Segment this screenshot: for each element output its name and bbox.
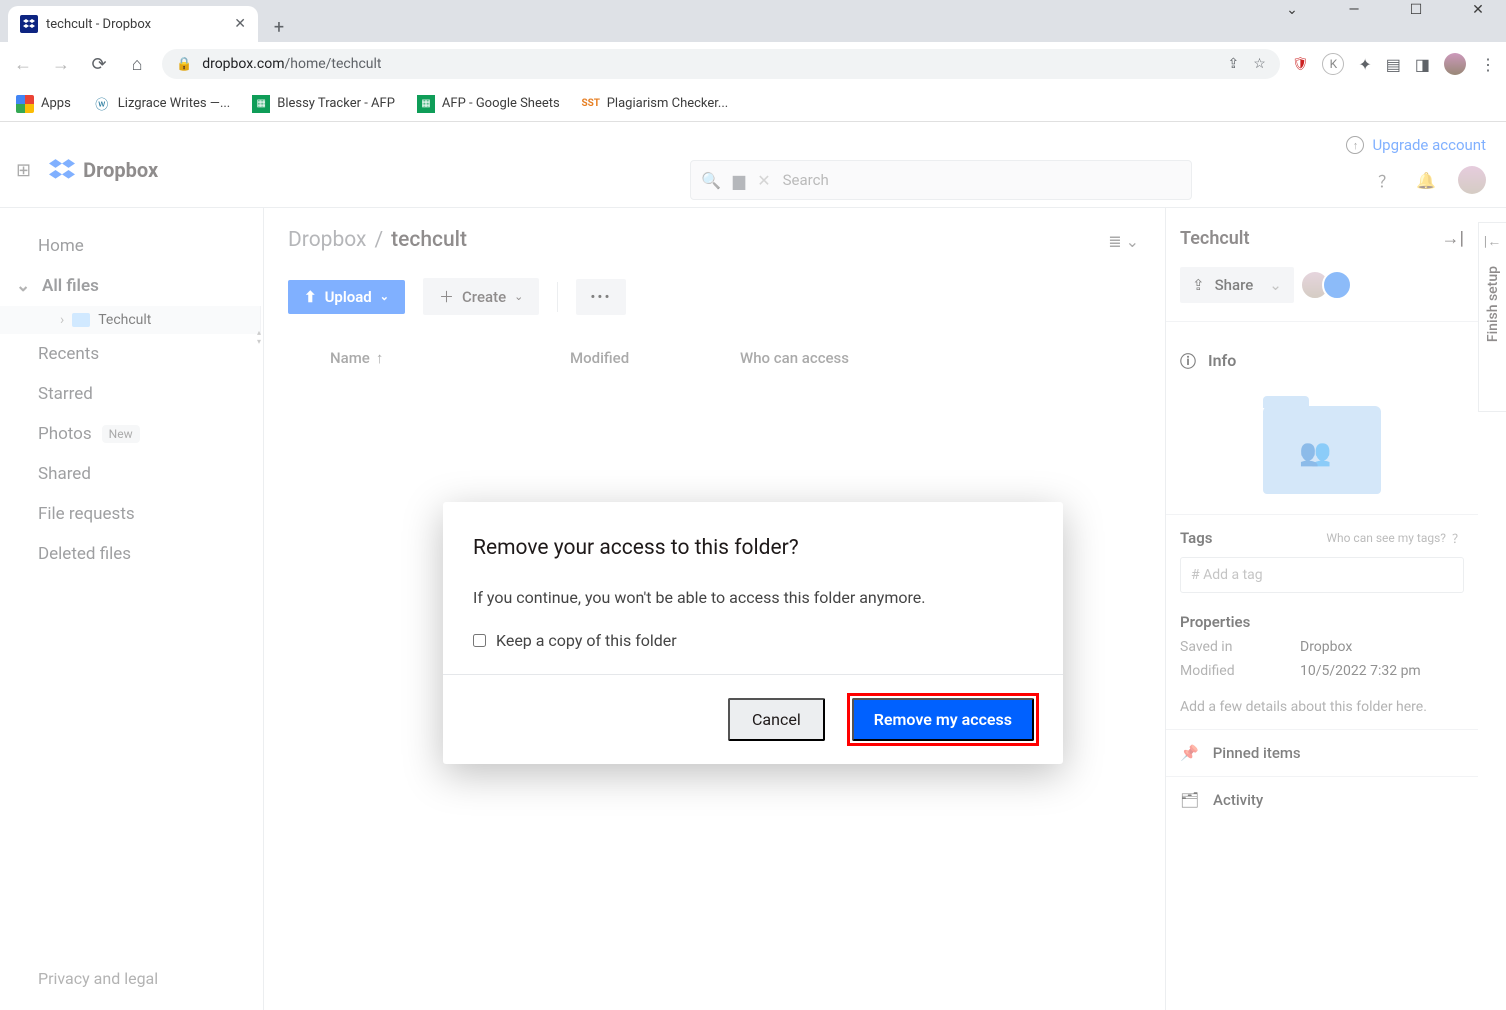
share-page-icon[interactable]: ⇪ <box>1228 56 1240 72</box>
address-bar[interactable]: 🔒 dropbox.com/home/techcult ⇪ ☆ <box>162 49 1280 79</box>
home-icon[interactable]: ⌂ <box>124 54 150 75</box>
tab-close-icon[interactable]: ✕ <box>234 16 246 32</box>
extensions-icon[interactable]: ✦ <box>1358 55 1371 74</box>
bookmark-plagiarism[interactable]: SSTPlagiarism Checker... <box>582 95 728 113</box>
minimize-icon[interactable]: — <box>1334 2 1374 18</box>
window-controls: ⌄ — ☐ ✕ <box>1272 2 1498 18</box>
modal-description: If you continue, you won't be able to ac… <box>473 588 1033 607</box>
profile-badge-icon[interactable]: K <box>1322 53 1344 75</box>
sheets-icon: ▦ <box>417 95 435 113</box>
cancel-button[interactable]: Cancel <box>728 698 825 741</box>
bookmarks-bar: Apps ⓦLizgrace Writes —... ▦Blessy Track… <box>0 86 1506 122</box>
nav-forward-icon[interactable]: → <box>48 54 74 75</box>
bookmark-blessy[interactable]: ▦Blessy Tracker - AFP <box>252 95 395 113</box>
keep-copy-checkbox[interactable]: Keep a copy of this folder <box>473 631 1033 650</box>
profile-avatar-icon[interactable] <box>1444 53 1466 75</box>
highlight-box: Remove my access <box>847 693 1039 746</box>
wordpress-icon: ⓦ <box>93 95 111 113</box>
maximize-icon[interactable]: ☐ <box>1396 2 1436 18</box>
reading-list-icon[interactable]: ▤ <box>1386 55 1401 74</box>
url-host: dropbox.com <box>202 56 284 72</box>
keep-copy-input[interactable] <box>473 634 486 647</box>
modal-title: Remove your access to this folder? <box>473 536 1033 560</box>
apps-grid-icon <box>16 95 34 113</box>
tab-title: techcult - Dropbox <box>46 17 151 32</box>
remove-access-modal: Remove your access to this folder? If yo… <box>443 502 1063 764</box>
side-panel-icon[interactable]: ◨ <box>1415 55 1430 74</box>
remove-access-button[interactable]: Remove my access <box>852 698 1034 741</box>
bookmark-lizgrace[interactable]: ⓦLizgrace Writes —... <box>93 95 230 113</box>
close-window-icon[interactable]: ✕ <box>1458 2 1498 18</box>
new-tab-button[interactable]: + <box>264 12 294 42</box>
caret-down-icon[interactable]: ⌄ <box>1272 2 1312 18</box>
nav-back-icon[interactable]: ← <box>10 54 36 75</box>
sheets-icon: ▦ <box>252 95 270 113</box>
bookmark-apps[interactable]: Apps <box>16 95 71 113</box>
reload-icon[interactable]: ⟳ <box>86 54 112 75</box>
browser-tab[interactable]: techcult - Dropbox ✕ <box>8 6 258 42</box>
modal-backdrop: Remove your access to this folder? If yo… <box>0 122 1506 1010</box>
bookmark-afp[interactable]: ▦AFP - Google Sheets <box>417 95 560 113</box>
url-path: /home/techcult <box>284 56 381 72</box>
chrome-menu-icon[interactable]: ⋮ <box>1480 55 1496 74</box>
lock-icon: 🔒 <box>176 57 192 72</box>
mcafee-icon[interactable]: 🛡 <box>1292 57 1309 72</box>
dropbox-favicon-icon <box>20 15 38 33</box>
browser-chrome: ⌄ — ☐ ✕ techcult - Dropbox ✕ + ← → ⟳ ⌂ 🔒… <box>0 0 1506 122</box>
sst-icon: SST <box>582 95 600 113</box>
bookmark-star-icon[interactable]: ☆ <box>1253 56 1266 72</box>
